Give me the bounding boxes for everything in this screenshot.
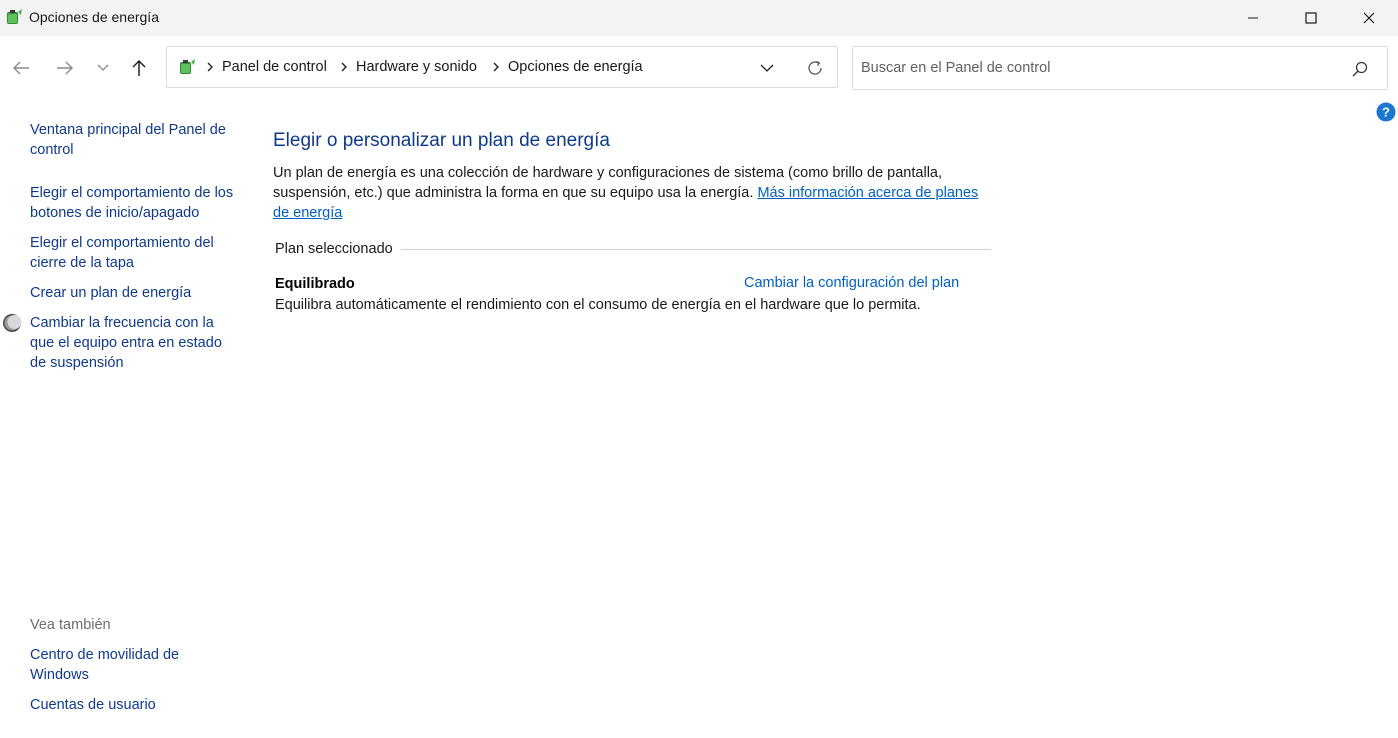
address-history-button[interactable] xyxy=(755,57,779,79)
minimize-icon xyxy=(1248,17,1258,19)
sidebar-link-sleep-settings[interactable]: Cambiar la frecuencia con la que el equi… xyxy=(30,313,240,373)
minimize-button[interactable] xyxy=(1224,0,1282,36)
refresh-icon xyxy=(808,60,822,75)
maximize-button[interactable] xyxy=(1282,0,1340,36)
refresh-button[interactable] xyxy=(803,56,827,80)
up-arrow-icon xyxy=(132,60,146,76)
recent-locations-button[interactable] xyxy=(88,53,118,83)
page-description: Un plan de energía es una colección de h… xyxy=(273,163,993,223)
chevron-right-icon[interactable] xyxy=(491,60,501,74)
up-button[interactable] xyxy=(124,53,154,83)
back-button[interactable] xyxy=(6,53,36,83)
see-also-heading: Vea también xyxy=(30,617,111,633)
forward-arrow-icon xyxy=(57,61,73,75)
breadcrumb-hardware-y-sonido[interactable]: Hardware y sonido xyxy=(356,59,477,75)
change-plan-settings-link[interactable]: Cambiar la configuración del plan xyxy=(744,275,959,291)
window-title: Opciones de energía xyxy=(29,9,159,25)
section-divider xyxy=(401,249,991,250)
close-button[interactable] xyxy=(1340,0,1398,36)
sidebar-link-control-panel-home[interactable]: Ventana principal del Panel de control xyxy=(30,120,240,160)
breadcrumb-panel-de-control[interactable]: Panel de control xyxy=(222,59,327,75)
moon-icon xyxy=(3,314,22,332)
power-options-icon xyxy=(180,59,195,74)
svg-text:?: ? xyxy=(1382,105,1390,120)
plan-name: Equilibrado xyxy=(275,276,355,292)
maximize-icon xyxy=(1305,12,1317,24)
title-bar: Opciones de energía xyxy=(0,0,1398,36)
forward-button[interactable] xyxy=(50,53,80,83)
close-icon xyxy=(1363,12,1375,24)
help-icon[interactable]: ? xyxy=(1376,102,1396,122)
chevron-right-icon[interactable] xyxy=(339,60,349,74)
sidebar-link-power-buttons[interactable]: Elegir el comportamiento de los botones … xyxy=(30,183,240,223)
back-arrow-icon xyxy=(13,61,29,75)
plan-description: Equilibra automáticamente el rendimiento… xyxy=(275,297,921,313)
see-also-user-accounts[interactable]: Cuentas de usuario xyxy=(30,695,240,715)
power-options-icon xyxy=(7,9,22,24)
search-icon[interactable] xyxy=(1351,60,1369,78)
breadcrumb-opciones-de-energia[interactable]: Opciones de energía xyxy=(508,59,643,75)
page-title: Elegir o personalizar un plan de energía xyxy=(273,130,610,151)
search-box[interactable] xyxy=(852,46,1388,90)
address-bar[interactable]: Panel de control Hardware y sonido Opcio… xyxy=(166,46,838,88)
sidebar-link-create-plan[interactable]: Crear un plan de energía xyxy=(30,283,240,303)
plan-option-equilibrado[interactable]: Equilibrado xyxy=(275,275,355,292)
search-input[interactable] xyxy=(861,47,1331,89)
see-also-mobility-center[interactable]: Centro de movilidad de Windows xyxy=(30,645,210,685)
chevron-down-icon xyxy=(97,64,109,71)
chevron-right-icon[interactable] xyxy=(205,60,215,74)
sidebar-link-lid-close[interactable]: Elegir el comportamiento del cierre de l… xyxy=(30,233,240,273)
plan-section-label: Plan seleccionado xyxy=(275,241,393,257)
chevron-down-icon xyxy=(760,64,774,72)
